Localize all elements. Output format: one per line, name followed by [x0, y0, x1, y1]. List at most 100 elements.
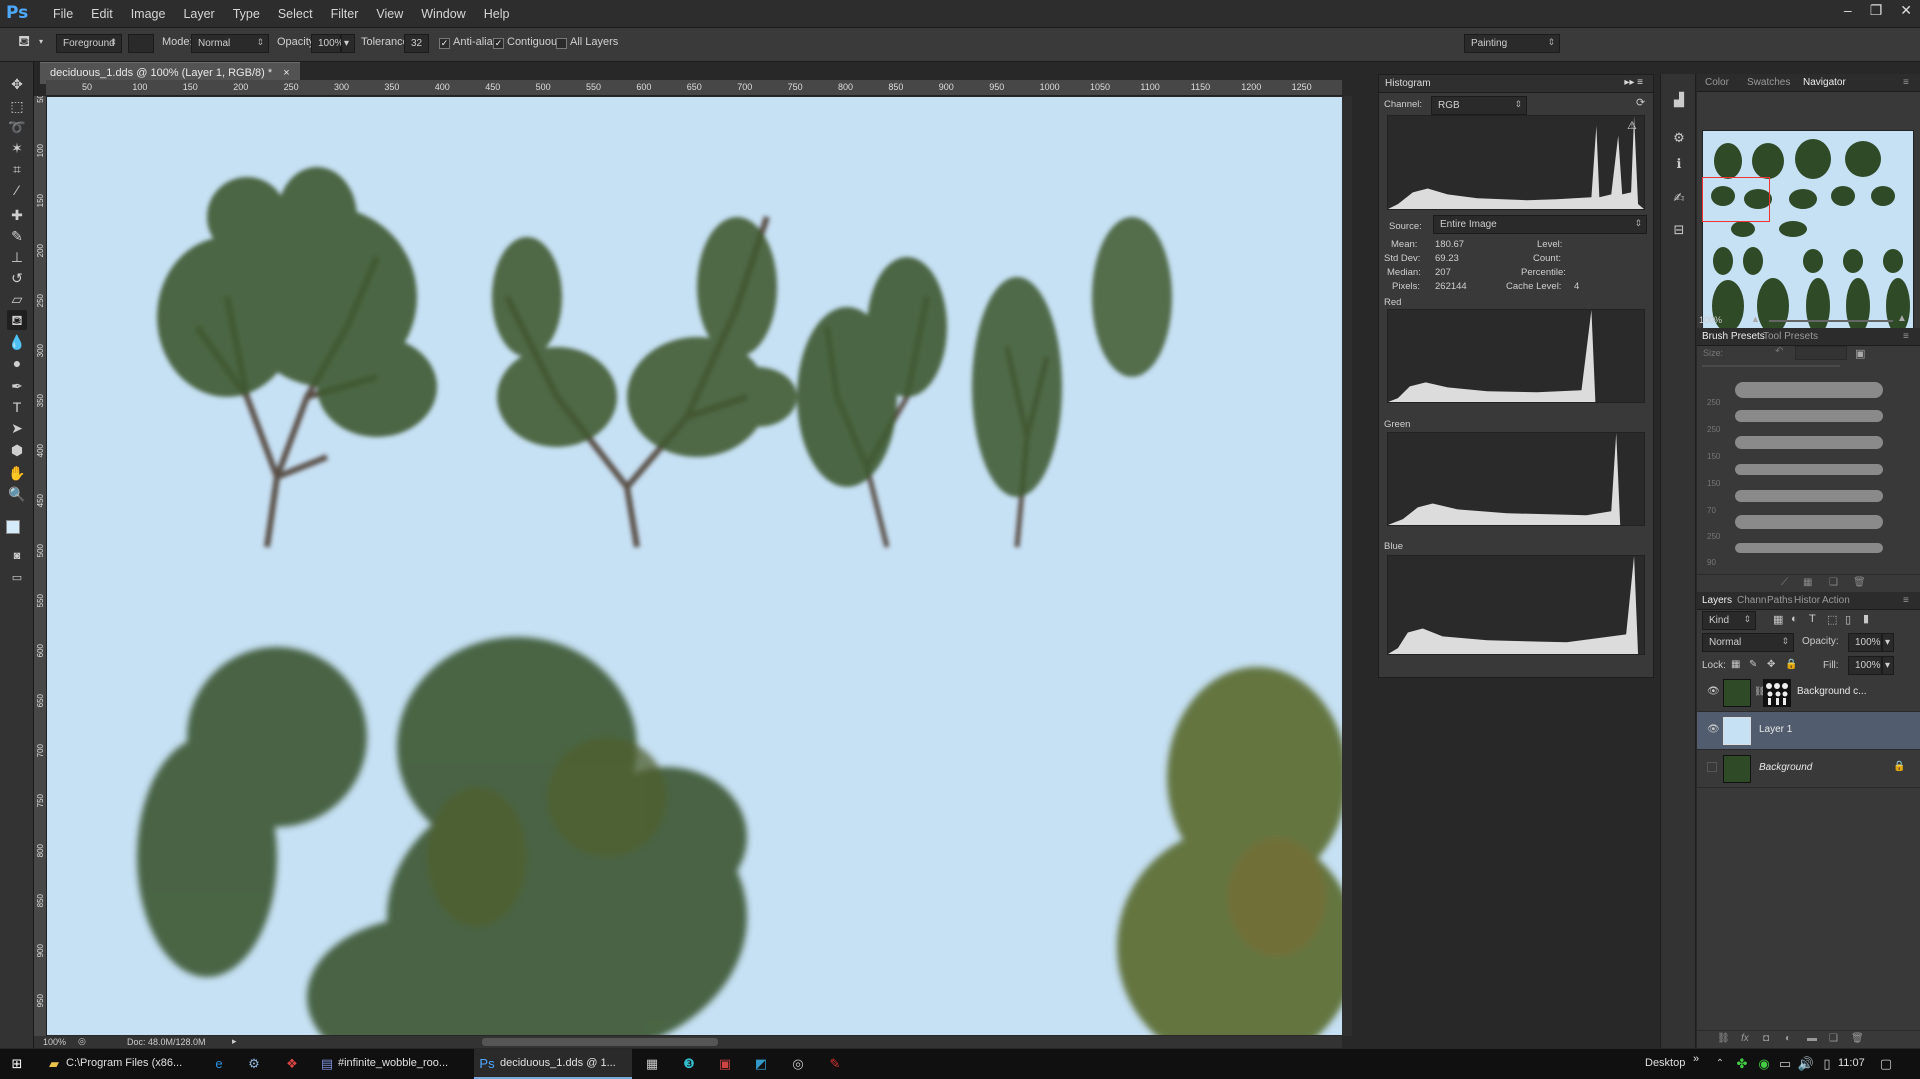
layer-row-background[interactable]: Background 🔒	[1697, 750, 1920, 788]
menu-layer[interactable]: Layer	[174, 7, 223, 21]
menu-edit[interactable]: Edit	[82, 7, 122, 21]
visibility-eye-icon[interactable]: 👁	[1707, 686, 1720, 697]
zoom-tool-icon[interactable]: 🔍	[7, 484, 27, 504]
tab-history[interactable]: Histor	[1794, 595, 1820, 606]
shape-tool-icon[interactable]: ⬢	[7, 440, 27, 460]
move-tool-icon[interactable]: ✥	[7, 74, 27, 94]
desktop-toolbar-label[interactable]: Desktop	[1645, 1057, 1685, 1069]
new-layer-icon[interactable]: ❏	[1829, 1033, 1838, 1044]
app-5-icon[interactable]: ◩	[752, 1055, 770, 1073]
layer-fill-input[interactable]: 100%	[1848, 656, 1882, 675]
adjustment-filter-icon[interactable]: ◐	[1791, 613, 1798, 625]
navigator-thumbnail[interactable]	[1702, 130, 1914, 342]
type-tool-icon[interactable]: T	[7, 397, 27, 417]
menu-type[interactable]: Type	[224, 7, 269, 21]
histogram-panel-icon[interactable]: ▟	[1670, 92, 1688, 110]
start-button-icon[interactable]: ⊞	[8, 1055, 26, 1073]
adjustment-layer-icon[interactable]: ◐	[1785, 1033, 1791, 1044]
horizontal-scrollbar[interactable]	[482, 1038, 718, 1046]
lock-position-icon[interactable]: ✥	[1767, 659, 1775, 670]
file-explorer-icon[interactable]: ▰	[45, 1055, 63, 1073]
zoom-level[interactable]: 100%	[43, 1037, 66, 1047]
panel-menu-icon[interactable]: ▸▸ ≡	[1624, 77, 1643, 88]
pen-tool-icon[interactable]: ✒	[7, 376, 27, 396]
shape-filter-icon[interactable]: ⬚	[1827, 613, 1837, 626]
workspace-select[interactable]: Painting	[1464, 34, 1560, 53]
all-layers-checkbox[interactable]	[556, 38, 567, 49]
navigator-menu-icon[interactable]: ≡	[1903, 77, 1909, 88]
restore-button[interactable]: ❐	[1870, 2, 1883, 19]
desktop-toolbar-chevron[interactable]: »	[1693, 1053, 1699, 1065]
opacity-dropdown[interactable]: ▾	[341, 34, 355, 53]
lock-all-icon[interactable]: 🔒	[1785, 659, 1797, 670]
tab-layers[interactable]: Layers	[1702, 595, 1732, 606]
visibility-toggle[interactable]	[1707, 762, 1717, 772]
tolerance-input[interactable]: 32	[404, 34, 429, 53]
brush-preset-2[interactable]	[1735, 410, 1883, 422]
magic-wand-icon[interactable]: ✶	[7, 138, 27, 158]
foreground-color-swatch[interactable]	[6, 520, 20, 534]
tray-app-icon[interactable]: ✤	[1733, 1055, 1751, 1073]
mode-select[interactable]: Normal	[191, 34, 269, 53]
new-brush-preset-icon[interactable]: ▣	[1855, 347, 1865, 360]
clone-source-icon[interactable]: ⊟	[1670, 222, 1688, 240]
layer-style-icon[interactable]: fx	[1741, 1033, 1749, 1044]
vertical-scrollbar[interactable]	[1342, 96, 1352, 1036]
menu-select[interactable]: Select	[269, 7, 322, 21]
menu-view[interactable]: View	[367, 7, 412, 21]
navigator-zoom[interactable]: 100%	[1699, 315, 1722, 325]
visibility-eye-icon[interactable]: 👁	[1707, 724, 1720, 735]
menu-filter[interactable]: Filter	[322, 7, 368, 21]
tray-status-icon[interactable]: ◉	[1755, 1055, 1773, 1073]
toggle-brush-panel-icon[interactable]: ⟋	[1781, 577, 1788, 588]
layer-kind-filter[interactable]: Kind	[1702, 611, 1756, 630]
paint-bucket-tool-icon[interactable]: ⛾	[7, 310, 27, 330]
document-close-icon[interactable]: ×	[283, 67, 289, 79]
slack-icon[interactable]: ▤	[318, 1055, 336, 1073]
hand-tool-icon[interactable]: ✋	[7, 463, 27, 483]
steam-icon[interactable]: ⚙	[245, 1055, 263, 1073]
close-button[interactable]: ✕	[1900, 2, 1912, 19]
info-panel-icon[interactable]: ℹ	[1670, 156, 1688, 174]
layer-opacity-dropdown[interactable]: ▾	[1882, 633, 1894, 652]
menu-window[interactable]: Window	[412, 7, 474, 21]
pixel-filter-icon[interactable]: ▦	[1773, 613, 1783, 626]
tray-overflow-icon[interactable]: ⌃	[1711, 1055, 1729, 1073]
history-brush-icon[interactable]: ↺	[7, 268, 27, 288]
edge-icon[interactable]: e	[210, 1055, 228, 1073]
clock[interactable]: 11:07	[1838, 1057, 1865, 1069]
opacity-input[interactable]: 100%	[311, 34, 344, 53]
quick-mask-icon[interactable]: ◙	[7, 546, 27, 566]
taskbar-item-explorer[interactable]: C:\Program Files (x86...	[66, 1057, 182, 1069]
brush-size-input[interactable]	[1795, 346, 1847, 360]
volume-icon[interactable]: 🔊	[1797, 1055, 1815, 1073]
status-info-icon[interactable]: ◎	[78, 1036, 86, 1047]
layer-opacity-input[interactable]: 100%	[1848, 633, 1882, 652]
app-icon[interactable]: ❖	[283, 1055, 301, 1073]
link-layers-icon[interactable]: ⛓	[1717, 1033, 1730, 1044]
delete-layer-icon[interactable]: 🗑	[1851, 1033, 1864, 1044]
crop-tool-icon[interactable]: ⌗	[7, 159, 27, 179]
tab-navigator[interactable]: Navigator	[1803, 77, 1846, 88]
document-canvas[interactable]	[47, 97, 1342, 1035]
brush-preset-3[interactable]	[1735, 436, 1883, 449]
taskbar-item-slack[interactable]: #infinite_wobble_roo...	[338, 1057, 448, 1069]
lock-pixels-icon[interactable]: ✎	[1749, 659, 1757, 670]
dodge-tool-icon[interactable]: ●	[7, 353, 27, 373]
layers-menu-icon[interactable]: ≡	[1903, 595, 1909, 606]
filter-toggle-icon[interactable]: ▮	[1863, 612, 1869, 625]
zoom-in-icon[interactable]: ▲	[1897, 313, 1907, 324]
delete-brush-icon[interactable]: 🗑	[1853, 577, 1866, 588]
source-select[interactable]: Entire Image	[1433, 215, 1647, 234]
refresh-icon[interactable]: ⟳	[1636, 96, 1645, 109]
calculator-icon[interactable]: ▦	[643, 1055, 661, 1073]
blend-mode-select[interactable]: Normal	[1702, 633, 1794, 652]
reset-size-icon[interactable]: ↶	[1775, 346, 1783, 357]
brush-preset-5[interactable]	[1735, 490, 1883, 502]
path-selection-icon[interactable]: ➤	[7, 418, 27, 438]
contiguous-checkbox[interactable]: ✓	[493, 38, 504, 49]
app-3-icon[interactable]: ❸	[680, 1055, 698, 1073]
pattern-picker[interactable]	[128, 34, 154, 53]
tab-swatches[interactable]: Swatches	[1747, 77, 1790, 88]
blur-tool-icon[interactable]: 💧	[7, 332, 27, 352]
